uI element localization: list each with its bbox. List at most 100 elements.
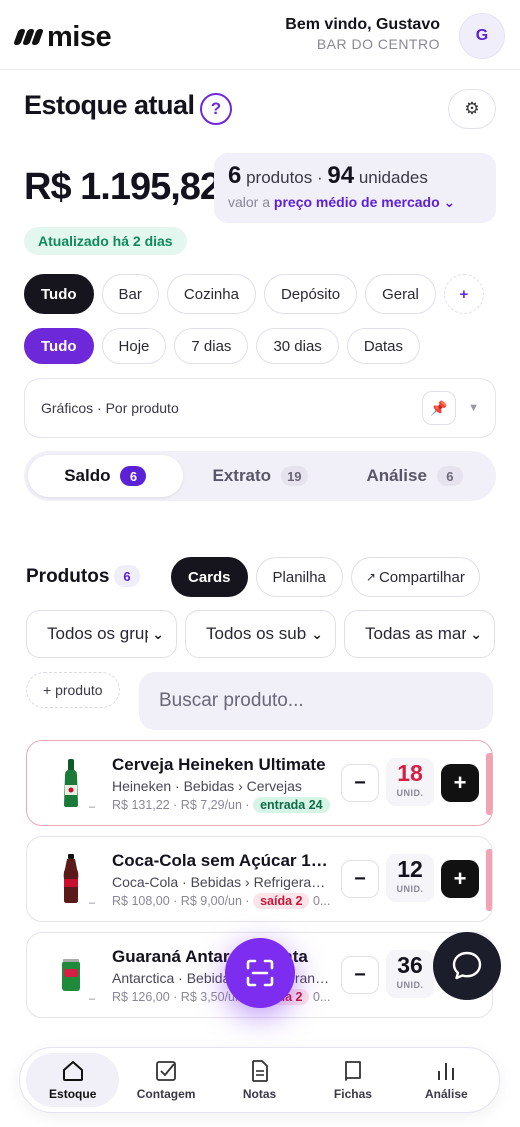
filter-location-bar[interactable]: Bar (101, 274, 159, 314)
tab-extrato-label: Extrato (212, 466, 272, 485)
settings-button[interactable]: ⚙ (448, 89, 496, 129)
tab-saldo[interactable]: Saldo 6 (28, 455, 183, 497)
decrement-button[interactable]: − (341, 764, 379, 802)
nav-fichas[interactable]: Fichas (306, 1053, 399, 1107)
product-card[interactable]: – Cerveja Heineken Ultimate Heineken · B… (26, 740, 493, 826)
drag-handle[interactable]: – (89, 801, 95, 813)
summary-units-word: unidades (358, 168, 428, 187)
increment-button[interactable]: + (441, 860, 479, 898)
subgroup-select[interactable]: Todos os subgrupos ⌄ (185, 610, 336, 658)
summary-products-word: produtos (246, 168, 313, 187)
alert-indicator (486, 753, 492, 815)
share-arrow-icon: ↗ (365, 570, 376, 584)
stock-summary: 6 produtos · 94 unidades valor a preço m… (214, 153, 496, 223)
share-button[interactable]: ↗ Compartilhar (350, 557, 480, 597)
add-product-button[interactable]: + produto (26, 672, 120, 708)
product-name: Cerveja Heineken Ultimate (112, 755, 326, 774)
header-divider (0, 69, 520, 70)
tab-extrato[interactable]: Extrato 19 (183, 455, 338, 497)
tab-analise[interactable]: Análise 6 (337, 455, 492, 497)
price-basis-dropdown[interactable]: preço médio de mercado ⌄ (274, 194, 455, 210)
nav-contagem-label: Contagem (136, 1087, 196, 1101)
product-path: Antarctica · Bebidas › Refrigerantes (112, 970, 332, 986)
book-icon (345, 1061, 361, 1081)
filter-location-geral[interactable]: Geral (365, 274, 436, 314)
tab-saldo-label: Saldo (64, 466, 111, 485)
drag-handle[interactable]: – (89, 897, 95, 909)
product-price: R$ 108,00 · R$ 9,00/un · saída 2 0... (112, 893, 332, 909)
products-view-toggle: Cards Planilha ↗ Compartilhar (171, 557, 480, 597)
product-name: Coca-Cola sem Açúcar 1,5L (112, 851, 332, 870)
product-name: Guaraná Antarctica Lata (112, 947, 308, 966)
checkbox-icon (156, 1061, 177, 1081)
products-count-badge: 6 (114, 565, 140, 587)
drag-handle[interactable]: – (89, 993, 95, 1005)
quantity-unit: UNID. (396, 884, 424, 894)
updated-badge: Atualizado há 2 dias (24, 227, 187, 255)
nav-estoque[interactable]: Estoque (26, 1053, 120, 1107)
filter-period-today[interactable]: Hoje (101, 328, 167, 364)
charts-selector[interactable]: Gráficos · Por produto 📌 ▼ (24, 378, 496, 438)
group-select[interactable]: Todos os grupos ⌄ (26, 610, 177, 658)
filter-period-dates[interactable]: Datas (346, 328, 420, 364)
product-price-text: R$ 126,00 · R$ 3,50/un · (112, 990, 250, 1004)
tab-saldo-count: 6 (120, 466, 147, 486)
quantity-display: 18 UNID. (386, 758, 434, 806)
document-icon (251, 1060, 268, 1082)
product-path: Heineken · Bebidas › Cervejas (112, 778, 302, 794)
filter-location-deposito[interactable]: Depósito (263, 274, 358, 314)
brand-logo[interactable]: mise (13, 22, 112, 52)
home-icon (62, 1061, 83, 1081)
filter-location-all[interactable]: Tudo (24, 274, 94, 314)
chat-bubble-icon (452, 951, 482, 980)
page-title: Estoque atual (24, 90, 195, 120)
view-cards-button[interactable]: Cards (171, 557, 248, 597)
brand-select[interactable]: Todas as marcas ⌄ (344, 610, 495, 658)
quantity-value: 12 (397, 856, 423, 882)
nav-analise[interactable]: Análise (400, 1053, 493, 1107)
nav-notas[interactable]: Notas (213, 1053, 306, 1107)
filter-period-30d[interactable]: 30 dias (256, 328, 339, 364)
total-value: R$ 1.195,82 (24, 166, 221, 208)
product-filter-selects: Todos os grupos ⌄ Todos os subgrupos ⌄ T… (26, 610, 495, 658)
view-segments: Saldo 6 Extrato 19 Análise 6 (24, 451, 496, 501)
pin-button[interactable]: 📌 (422, 391, 457, 425)
avatar[interactable]: G (459, 13, 505, 59)
decrement-button[interactable]: − (341, 956, 379, 994)
chat-button[interactable] (433, 932, 501, 1000)
quantity-unit: UNID. (396, 980, 424, 990)
price-basis-label: preço médio de mercado (273, 194, 440, 210)
group-select-value: Todos os grupos (47, 624, 148, 643)
quantity-value: 36 (397, 952, 423, 978)
filter-period-7d[interactable]: 7 dias (174, 328, 249, 364)
filter-period-all[interactable]: Tudo (24, 328, 94, 364)
share-label: Compartilhar (378, 568, 465, 586)
welcome-text: Bem vindo, Gustavo (285, 16, 440, 33)
help-icon[interactable]: ? (200, 93, 232, 125)
scan-button[interactable] (225, 938, 295, 1008)
summary-units-count: 94 (327, 162, 355, 189)
nav-contagem[interactable]: Contagem (119, 1053, 212, 1107)
quantity-display: 12 UNID. (386, 854, 434, 902)
movement-tag: saída 2 (253, 893, 310, 909)
add-location-button[interactable]: + (443, 274, 484, 314)
decrement-button[interactable]: − (341, 860, 379, 898)
quantity-unit: UNID. (396, 788, 424, 798)
pin-icon: 📌 (430, 399, 448, 416)
summary-products-count: 6 (228, 162, 242, 189)
product-price-text: R$ 108,00 · R$ 9,00/un · (112, 894, 250, 908)
products-title: Produtos (26, 566, 110, 587)
period-filters: Tudo Hoje 7 dias 30 dias Datas (24, 328, 420, 364)
venue-name: BAR DO CENTRO (316, 36, 440, 52)
quantity-value: 18 (397, 760, 423, 786)
product-card[interactable]: – Coca-Cola sem Açúcar 1,5L Coca-Cola · … (26, 836, 493, 922)
beer-bottle-icon (64, 759, 78, 807)
chevron-down-icon: ⌄ (152, 625, 164, 642)
nav-notas-label: Notas (242, 1087, 277, 1101)
view-sheet-button[interactable]: Planilha (255, 557, 343, 597)
increment-button[interactable]: + (441, 764, 479, 802)
subgroup-select-value: Todos os subgrupos (206, 624, 307, 643)
product-search-input[interactable] (139, 672, 493, 730)
charts-label: Gráficos · Por produto (41, 400, 179, 416)
filter-location-cozinha[interactable]: Cozinha (166, 274, 256, 314)
